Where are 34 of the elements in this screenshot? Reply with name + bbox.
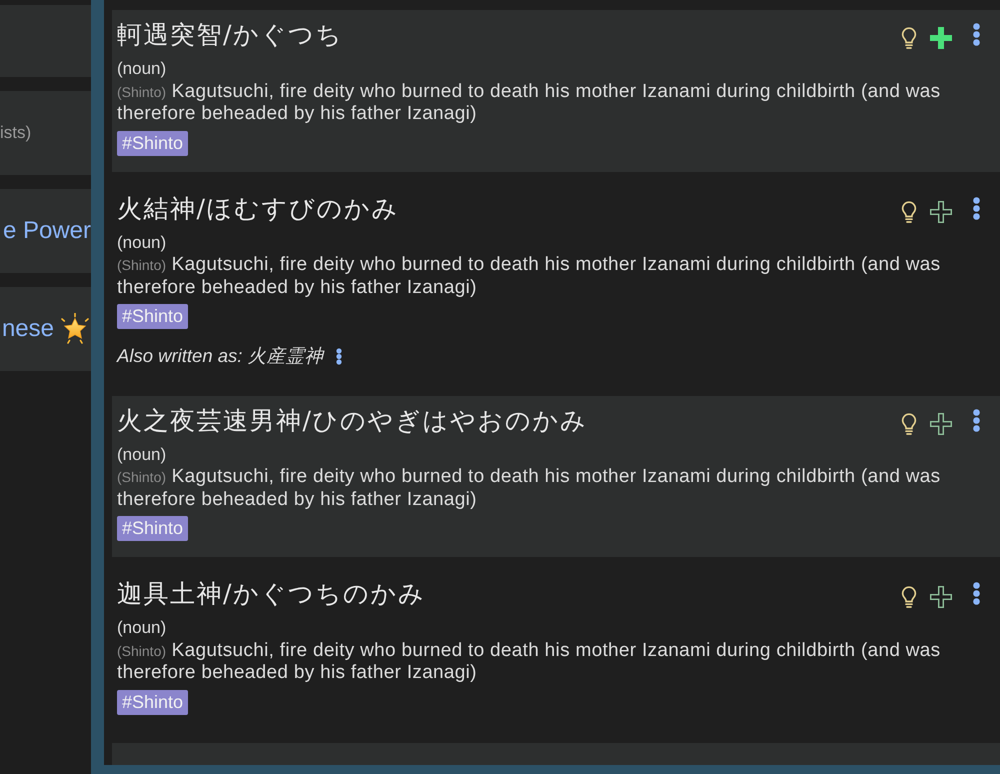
lightbulb-icon[interactable] — [901, 27, 917, 49]
more-options-icon[interactable] — [336, 348, 342, 365]
entry-heading: 火結神/ほむすびのかみ — [117, 192, 399, 224]
part-of-speech: (noun) — [117, 617, 166, 639]
sidebar-link[interactable]: nese — [2, 314, 54, 344]
more-options-icon[interactable] — [973, 582, 980, 605]
entry-heading: 火之夜芸速男神/ひのやぎはやおのかみ — [117, 404, 588, 436]
part-of-speech: (noun) — [117, 444, 166, 466]
lightbulb-icon[interactable] — [901, 412, 917, 434]
more-options-icon[interactable] — [973, 23, 980, 46]
definition-text: (Shinto) Kagutsuchi, fire deity who burned to death his mother Izanami during childbirth (and was therefore beheaded by his father Izanagi) — [117, 466, 942, 511]
definition-text: (Shinto) Kagutsuchi, fire deity who burned to death his mother Izanami during childbirth (and was therefore beheaded by his father Izanagi) — [117, 254, 942, 299]
part-of-speech: (noun) — [117, 58, 166, 80]
tag-link[interactable]: #Shinto — [117, 516, 188, 541]
sidebar-note: ists) — [0, 122, 32, 144]
definition-text: (Shinto) Kagutsuchi, fire deity who burned to death his mother Izanami during childbirth (and was therefore beheaded by his father Izanagi) — [117, 80, 942, 126]
plus-icon[interactable] — [930, 200, 952, 222]
plus-icon[interactable] — [930, 586, 952, 608]
sidebar-link[interactable]: e Power — [2, 216, 91, 246]
alternate-forms-text: Also written as: 火産霊神 — [117, 345, 324, 368]
entry-heading: 軻遇突智/かぐつち — [117, 19, 343, 51]
tag-link[interactable]: #Shinto — [117, 690, 188, 714]
part-of-speech: (noun) — [117, 232, 166, 254]
plus-icon[interactable] — [930, 27, 952, 49]
more-options-icon[interactable] — [973, 196, 980, 220]
more-options-icon[interactable] — [973, 408, 980, 432]
tag-link[interactable]: #Shinto — [117, 130, 188, 156]
lightbulb-icon[interactable] — [901, 586, 917, 608]
plus-icon[interactable] — [930, 412, 952, 434]
lightbulb-icon[interactable] — [901, 200, 917, 222]
entry-heading: 迦具土神/かぐつちのかみ — [117, 578, 426, 610]
definition-text: (Shinto) Kagutsuchi, fire deity who burned to death his mother Izanami during childbirth (and was therefore beheaded by his father Izanagi) — [117, 640, 942, 684]
tag-link[interactable]: #Shinto — [117, 304, 188, 329]
glowing-star-icon — [59, 313, 91, 345]
